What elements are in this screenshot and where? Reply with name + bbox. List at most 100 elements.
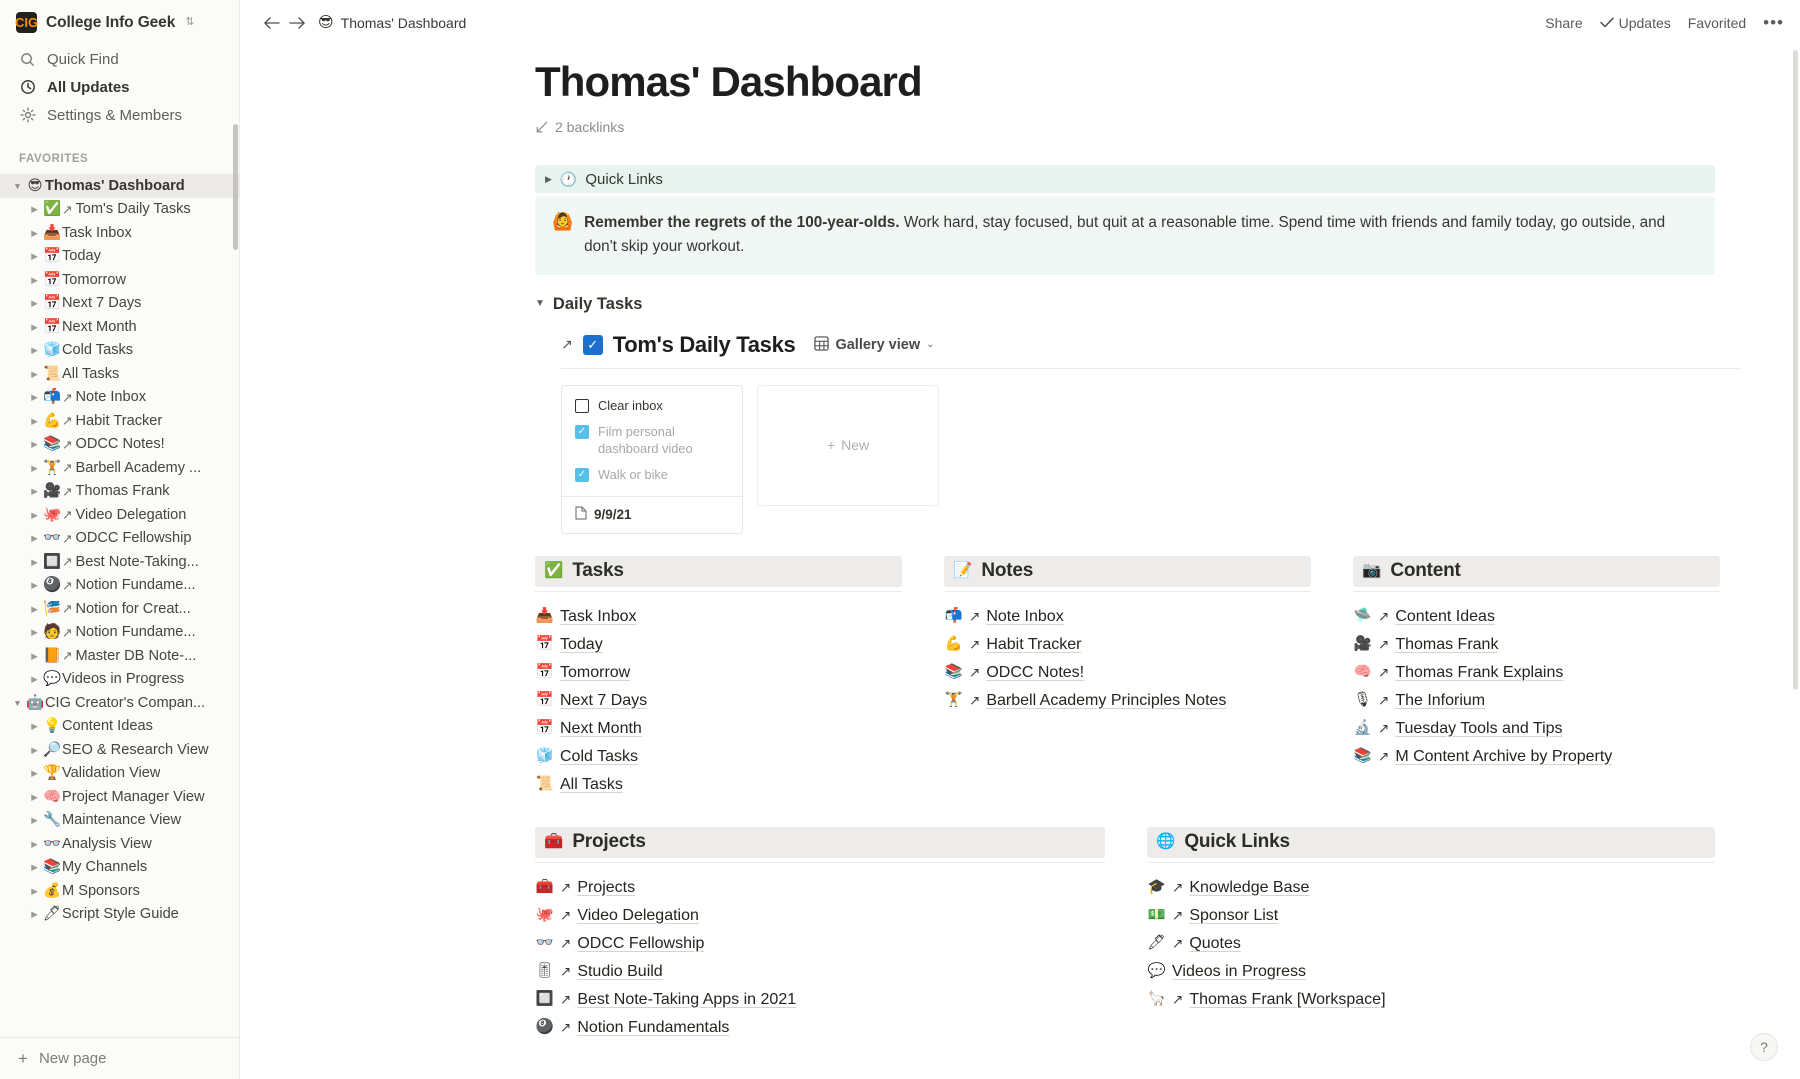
sidebar-tree-item[interactable]: ▶📚↗ODCC Notes! [0, 433, 239, 457]
chevron-right-icon[interactable]: ▶ [27, 840, 42, 849]
gallery-card-task[interactable]: ✓Film personal dashboard video [575, 424, 729, 458]
link-item[interactable]: 🏋↗Barbell Academy Principles Notes [944, 687, 1311, 715]
sidebar-item-settings-members[interactable]: Settings & Members [0, 101, 239, 129]
sidebar-tree-item[interactable]: ▶🔎SEO & Research View [0, 738, 239, 762]
chevron-right-icon[interactable]: ▶ [27, 417, 42, 426]
chevron-right-icon[interactable]: ▶ [27, 346, 42, 355]
link-item[interactable]: 🎱↗Notion Fundamentals [535, 1014, 1105, 1042]
workspace-switcher[interactable]: CIG College Info Geek ⇅ [0, 0, 239, 45]
chevron-right-icon[interactable]: ▶ [27, 534, 42, 543]
chevron-right-icon[interactable]: ▶ [27, 816, 42, 825]
chevron-right-icon[interactable]: ▶ [27, 323, 42, 332]
sidebar-tree-item[interactable]: ▶🐙↗Video Delegation [0, 503, 239, 527]
link-item[interactable]: 🦙↗Thomas Frank [Workspace] [1147, 986, 1715, 1014]
sidebar-tree-item[interactable]: ▶🎥↗Thomas Frank [0, 480, 239, 504]
chevron-right-icon[interactable]: ▶ [545, 175, 552, 184]
main-scrollbar[interactable] [1793, 50, 1798, 690]
link-item[interactable]: 💬Videos in Progress [1147, 958, 1715, 986]
sidebar-tree-item[interactable]: ▶🎏↗Notion for Creat... [0, 597, 239, 621]
link-item[interactable]: 📚↗M Content Archive by Property [1353, 743, 1720, 771]
sidebar-scrollbar[interactable] [233, 124, 238, 250]
chevron-down-icon[interactable]: ▼ [10, 182, 25, 191]
link-item[interactable]: 🔲↗Best Note-Taking Apps in 2021 [535, 986, 1105, 1014]
sidebar-tree-item[interactable]: ▶💬Videos in Progress [0, 668, 239, 692]
sidebar-tree-item[interactable]: ▶🧊Cold Tasks [0, 339, 239, 363]
link-item[interactable]: 🎥↗Thomas Frank [1353, 631, 1720, 659]
link-item[interactable]: 📅Tomorrow [535, 659, 902, 687]
sidebar-tree-item[interactable]: ▶🧑↗Notion Fundame... [0, 621, 239, 645]
chevron-down-icon[interactable]: ▼ [10, 699, 25, 708]
database-title[interactable]: Tom's Daily Tasks [613, 332, 796, 358]
chevron-right-icon[interactable]: ▶ [27, 252, 42, 261]
share-button[interactable]: Share [1545, 15, 1582, 31]
sidebar-tree-item[interactable]: ▶🎱↗Notion Fundame... [0, 574, 239, 598]
link-item[interactable]: 🖊↗Quotes [1147, 930, 1715, 958]
link-item[interactable]: 🎙↗The Inforium [1353, 687, 1720, 715]
chevron-right-icon[interactable]: ▶ [27, 722, 42, 731]
sidebar-tree-item[interactable]: ▶📙↗Master DB Note-... [0, 644, 239, 668]
sidebar-tree-item[interactable]: ▶📬↗Note Inbox [0, 386, 239, 410]
sidebar-tree-item[interactable]: ▼😎Thomas' Dashboard [0, 174, 239, 198]
gallery-card[interactable]: Clear inbox ✓Film personal dashboard vide… [561, 385, 743, 534]
forward-button[interactable] [284, 10, 310, 36]
gallery-card-task[interactable]: Clear inbox [575, 398, 729, 415]
chevron-right-icon[interactable]: ▶ [27, 558, 42, 567]
checkbox-checked-icon[interactable]: ✓ [575, 425, 589, 439]
new-page-button[interactable]: + New page [0, 1037, 239, 1079]
link-item[interactable]: 📅Today [535, 631, 902, 659]
back-button[interactable] [258, 10, 284, 36]
chevron-right-icon[interactable]: ▶ [27, 393, 42, 402]
sidebar-tree-item[interactable]: ▼🤖CIG Creator's Compan... [0, 691, 239, 715]
link-item[interactable]: 📚↗ODCC Notes! [944, 659, 1311, 687]
sidebar-tree-item[interactable]: ▶💪↗Habit Tracker [0, 409, 239, 433]
sidebar-tree-item[interactable]: ▶👓↗ODCC Fellowship [0, 527, 239, 551]
chevron-right-icon[interactable]: ▶ [27, 793, 42, 802]
sidebar-tree-item[interactable]: ▶💰M Sponsors [0, 879, 239, 903]
sidebar-item-all-updates[interactable]: All Updates [0, 73, 239, 101]
sidebar-tree-item[interactable]: ▶🔲↗Best Note-Taking... [0, 550, 239, 574]
link-item[interactable]: 📥Task Inbox [535, 603, 902, 631]
link-item[interactable]: 🐙↗Video Delegation [535, 902, 1105, 930]
chevron-down-icon[interactable]: ▼ [535, 299, 545, 309]
chevron-right-icon[interactable]: ▶ [27, 299, 42, 308]
link-item[interactable]: 🧰↗Projects [535, 874, 1105, 902]
daily-tasks-heading[interactable]: ▼ Daily Tasks [535, 295, 1720, 314]
link-item[interactable]: 🧠↗Thomas Frank Explains [1353, 659, 1720, 687]
new-gallery-card-button[interactable]: + New [757, 385, 939, 506]
quick-links-toggle-block[interactable]: ▶ 🕐 Quick Links [535, 165, 1715, 193]
chevron-right-icon[interactable]: ▶ [27, 887, 42, 896]
sidebar-tree-item[interactable]: ▶👓Analysis View [0, 832, 239, 856]
chevron-right-icon[interactable]: ▶ [27, 229, 42, 238]
link-item[interactable]: 🧊Cold Tasks [535, 743, 902, 771]
chevron-right-icon[interactable]: ▶ [27, 487, 42, 496]
checkbox-checked-icon[interactable]: ✓ [575, 468, 589, 482]
chevron-right-icon[interactable]: ▶ [27, 370, 42, 379]
chevron-right-icon[interactable]: ▶ [27, 746, 42, 755]
sidebar-tree-item[interactable]: ▶📅Today [0, 245, 239, 269]
open-link-arrow-icon[interactable]: ↗ [561, 336, 573, 353]
chevron-right-icon[interactable]: ▶ [27, 910, 42, 919]
sidebar-tree-item[interactable]: ▶📅Next 7 Days [0, 292, 239, 316]
sidebar-tree-item[interactable]: ▶📥Task Inbox [0, 221, 239, 245]
chevron-right-icon[interactable]: ▶ [27, 652, 42, 661]
chevron-right-icon[interactable]: ▶ [27, 605, 42, 614]
link-item[interactable]: 🎓↗Knowledge Base [1147, 874, 1715, 902]
favorited-button[interactable]: Favorited [1688, 15, 1746, 31]
sidebar-tree-item[interactable]: ▶📅Next Month [0, 315, 239, 339]
chevron-right-icon[interactable]: ▶ [27, 276, 42, 285]
sidebar-tree-item[interactable]: ▶✅↗Tom's Daily Tasks [0, 198, 239, 222]
link-item[interactable]: 💵↗Sponsor List [1147, 902, 1715, 930]
chevron-right-icon[interactable]: ▶ [27, 628, 42, 637]
link-item[interactable]: 🛸↗Content Ideas [1353, 603, 1720, 631]
link-item[interactable]: 📅Next 7 Days [535, 687, 902, 715]
link-item[interactable]: 📅Next Month [535, 715, 902, 743]
sidebar-tree-item[interactable]: ▶🧠Project Manager View [0, 785, 239, 809]
sidebar-tree-item[interactable]: ▶💡Content Ideas [0, 715, 239, 739]
checkbox-unchecked-icon[interactable] [575, 399, 589, 413]
sidebar-tree-item[interactable]: ▶📅Tomorrow [0, 268, 239, 292]
chevron-right-icon[interactable]: ▶ [27, 863, 42, 872]
chevron-right-icon[interactable]: ▶ [27, 511, 42, 520]
view-selector[interactable]: Gallery view ⌄ [814, 336, 934, 354]
chevron-right-icon[interactable]: ▶ [27, 581, 42, 590]
chevron-right-icon[interactable]: ▶ [27, 769, 42, 778]
